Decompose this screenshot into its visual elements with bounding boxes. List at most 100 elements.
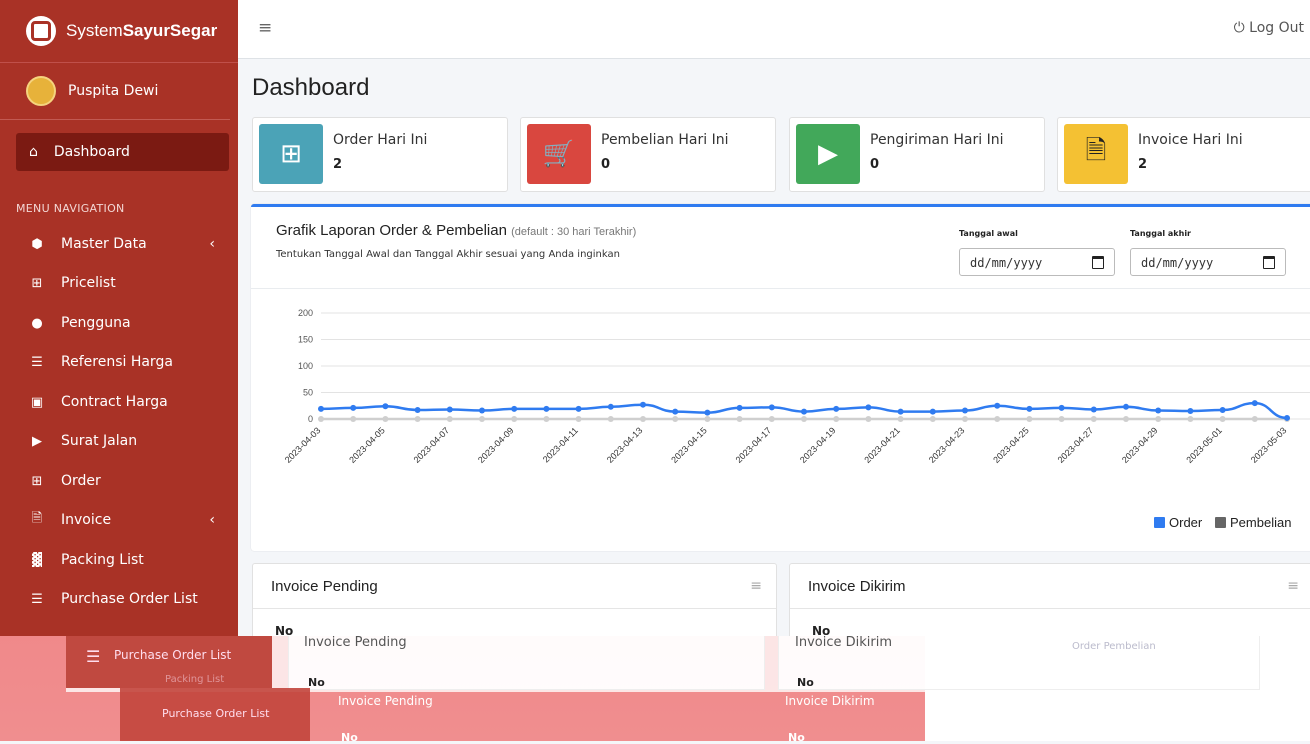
- sidebar-item-referensi-harga[interactable]: ☰ Referensi Harga: [16, 346, 229, 378]
- table-icon: ⊞: [31, 275, 43, 291]
- data-point-order: [607, 403, 614, 410]
- user-panel[interactable]: Puspita Dewi: [0, 63, 230, 120]
- data-point-pembelian: [672, 416, 679, 422]
- data-point-pembelian: [543, 416, 550, 422]
- data-point-order: [897, 408, 904, 415]
- infobox-title: Pengiriman Hari Ini: [870, 132, 1004, 148]
- x-tick-label: 2023-04-13: [605, 425, 645, 465]
- ghost-list-icon: ☰: [86, 647, 101, 666]
- data-point-order: [1219, 406, 1226, 413]
- data-point-pembelian: [607, 416, 614, 422]
- data-point-order: [1026, 405, 1033, 412]
- x-tick-label: 2023-04-17: [734, 425, 774, 465]
- cube-icon: ⬢: [31, 236, 43, 252]
- card-menu-icon[interactable]: ≡: [750, 578, 762, 594]
- sidebar-item-surat-jalan[interactable]: ▶ Surat Jalan: [16, 425, 229, 457]
- sidebar-item-invoice[interactable]: 🗎 Invoice ‹: [16, 504, 229, 536]
- sidebar-item-label: Surat Jalan: [61, 433, 138, 449]
- y-tick-label: 200: [298, 308, 313, 318]
- legend-label-pembelian: Pembelian: [1230, 515, 1291, 530]
- data-point-pembelian: [446, 416, 453, 422]
- x-tick-label: 2023-05-03: [1249, 425, 1289, 465]
- data-point-pembelian: [1155, 416, 1162, 422]
- data-point-pembelian: [736, 416, 743, 422]
- sidebar-item-label: Referensi Harga: [61, 354, 173, 370]
- sidebar-item-pengguna[interactable]: ● Pengguna: [16, 307, 229, 339]
- user-name: Puspita Dewi: [68, 83, 159, 99]
- data-point-pembelian: [511, 416, 518, 422]
- ghost-legend: Order Pembelian: [1072, 641, 1156, 652]
- x-tick-label: 2023-04-27: [1056, 425, 1096, 465]
- data-point-pembelian: [575, 416, 582, 422]
- data-point-order: [446, 406, 453, 413]
- sidebar-item-master-data[interactable]: ⬢ Master Data ‹: [16, 228, 229, 260]
- infobox-title: Order Hari Ini: [333, 132, 428, 148]
- users-icon: ●: [31, 315, 43, 331]
- data-point-order: [1155, 407, 1162, 414]
- data-point-pembelian: [833, 416, 840, 422]
- data-point-pembelian: [929, 416, 936, 422]
- ghost2-card-col-1: No: [341, 731, 358, 744]
- sidebar-item-contract-harga[interactable]: ▣ Contract Harga: [16, 386, 229, 418]
- x-tick-label: 2023-04-29: [1120, 425, 1160, 465]
- topbar: ≡ ⏻ Log Out: [238, 0, 1310, 59]
- truck-icon: ▶: [32, 433, 42, 449]
- data-point-order: [994, 402, 1001, 409]
- sidebar-item-label: Master Data: [61, 236, 147, 252]
- legend-swatch-order: [1154, 517, 1165, 528]
- boxes-icon: ▓: [32, 552, 42, 568]
- sidebar-item-label: Pengguna: [61, 315, 131, 331]
- data-point-pembelian: [704, 416, 711, 422]
- power-icon: ⏻: [1233, 20, 1245, 36]
- data-point-order: [672, 408, 679, 415]
- card-menu-icon[interactable]: ≡: [1287, 578, 1299, 594]
- truck-icon: ▶: [796, 124, 860, 184]
- sidebar-item-label: Pricelist: [61, 275, 116, 291]
- data-point-pembelian: [350, 416, 357, 422]
- home-icon: ⌂: [29, 144, 38, 160]
- sidebar-item-order[interactable]: ⊞ Order: [16, 465, 229, 497]
- sidebar-item-packing-list[interactable]: ▓ Packing List: [16, 544, 229, 576]
- sidebar: SystemSayurSegar Puspita Dewi ⌂ Dashboar…: [0, 0, 238, 636]
- infobox-value: 2: [1138, 157, 1148, 172]
- data-point-order: [414, 406, 421, 413]
- logout-button[interactable]: ⏻ Log Out: [1234, 20, 1304, 36]
- data-point-pembelian: [1058, 416, 1065, 422]
- data-point-order: [543, 405, 550, 412]
- data-point-order: [640, 401, 646, 408]
- infobox-pembelian: 🛒 Pembelian Hari Ini 0: [520, 117, 776, 192]
- sidebar-item-label: Order: [61, 473, 101, 489]
- sidebar-item-pricelist[interactable]: ⊞ Pricelist: [16, 267, 229, 299]
- data-point-order: [479, 407, 485, 414]
- table-header-no: No: [812, 624, 831, 636]
- y-tick-label: 0: [308, 414, 313, 424]
- brand-name-bold: SayurSegar: [122, 21, 218, 40]
- sidebar-item-purchase-order-list[interactable]: ☰ Purchase Order List: [16, 583, 229, 615]
- sidebar-item-label: Invoice: [61, 512, 112, 528]
- x-tick-label: 2023-04-05: [347, 425, 387, 465]
- invoice-dikirim-card: Invoice Dikirim ≡ No: [789, 563, 1310, 636]
- data-point-order: [736, 404, 743, 411]
- ghost-card-col-2: No: [797, 676, 814, 689]
- hamburger-menu-icon[interactable]: ≡: [258, 18, 272, 38]
- file-icon: 🗎: [31, 511, 43, 526]
- data-point-order: [929, 408, 936, 415]
- brand[interactable]: SystemSayurSegar: [0, 0, 238, 63]
- sidebar-item-dashboard[interactable]: ⌂ Dashboard: [16, 133, 229, 171]
- infobox-invoice: 🗎 Invoice Hari Ini 2: [1057, 117, 1310, 192]
- data-point-order: [1251, 400, 1258, 407]
- data-point-order: [1187, 408, 1194, 415]
- file-invoice-icon: 🗎: [1064, 124, 1128, 184]
- data-point-order: [382, 403, 389, 410]
- y-tick-label: 50: [303, 388, 313, 398]
- sidebar-item-label: Contract Harga: [61, 394, 168, 410]
- data-point-pembelian: [1026, 416, 1033, 422]
- ghost-legend-order: Order: [1072, 641, 1101, 652]
- brand-name: SystemSayurSegar: [66, 21, 217, 41]
- x-tick-label: 2023-04-19: [798, 425, 838, 465]
- data-point-pembelian: [897, 416, 904, 422]
- data-point-pembelian: [414, 416, 421, 422]
- data-point-order: [801, 408, 807, 415]
- data-point-order: [1090, 406, 1097, 413]
- x-tick-label: 2023-04-21: [862, 425, 902, 465]
